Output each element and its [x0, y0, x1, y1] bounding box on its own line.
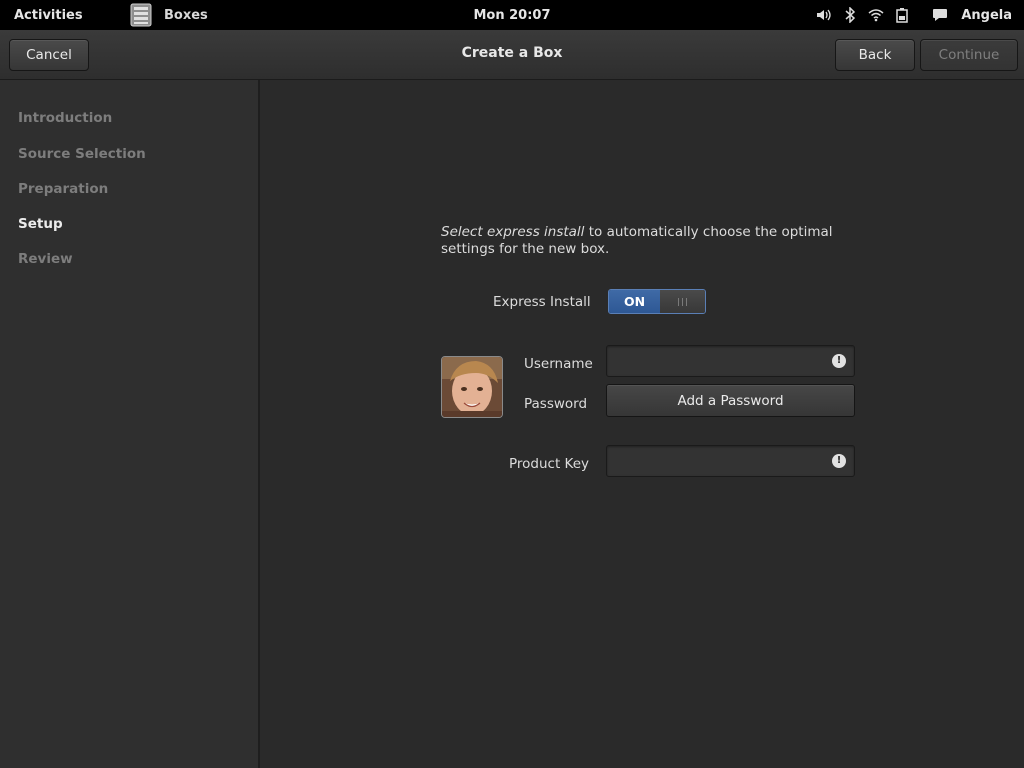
express-install-label: Express Install — [493, 294, 591, 310]
battery-icon[interactable] — [893, 6, 911, 24]
header-bar: Cancel Create a Box Back Continue — [0, 30, 1024, 80]
intro-emphasis: Select express install — [441, 224, 585, 240]
switch-knob[interactable] — [660, 290, 705, 313]
switch-on-label: ON — [609, 290, 660, 313]
continue-button[interactable]: Continue — [920, 39, 1018, 71]
cancel-button[interactable]: Cancel — [9, 39, 89, 71]
app-menu[interactable]: Boxes — [128, 1, 208, 29]
app-name: Boxes — [164, 7, 208, 23]
step-preparation: Preparation — [18, 181, 109, 197]
back-button[interactable]: Back — [835, 39, 915, 71]
product-key-label: Product Key — [509, 456, 590, 472]
step-source-selection: Source Selection — [18, 146, 146, 162]
username-label: Username — [524, 356, 593, 372]
page-title: Create a Box — [461, 45, 563, 61]
warning-icon: ! — [832, 354, 846, 368]
boxes-app-icon — [128, 2, 154, 28]
wizard-sidebar: Introduction Source Selection Preparatio… — [0, 80, 260, 768]
product-key-field[interactable]: ! — [606, 445, 855, 477]
clock[interactable]: Mon 20:07 — [470, 8, 554, 23]
step-introduction: Introduction — [18, 110, 113, 126]
volume-icon[interactable] — [815, 6, 833, 24]
wifi-icon[interactable] — [867, 6, 885, 24]
user-avatar[interactable] — [441, 356, 503, 418]
top-bar: Activities Boxes Mon 20:07 Angela — [0, 0, 1024, 30]
chat-icon[interactable] — [931, 6, 949, 24]
activities-button[interactable]: Activities — [14, 8, 83, 23]
username-field[interactable]: ! — [606, 345, 855, 377]
system-tray: Angela — [815, 0, 1024, 30]
express-install-switch[interactable]: ON — [608, 289, 706, 314]
bluetooth-icon[interactable] — [841, 6, 859, 24]
grip-icon — [678, 297, 687, 306]
password-label: Password — [524, 396, 588, 412]
setup-panel: Select express install to automatically … — [262, 80, 1024, 768]
warning-icon: ! — [832, 454, 846, 468]
add-password-button[interactable]: Add a Password — [606, 384, 855, 417]
intro-text: Select express install to automatically … — [441, 224, 871, 258]
user-menu[interactable]: Angela — [961, 8, 1012, 23]
step-review: Review — [18, 251, 73, 267]
step-setup: Setup — [18, 216, 63, 232]
